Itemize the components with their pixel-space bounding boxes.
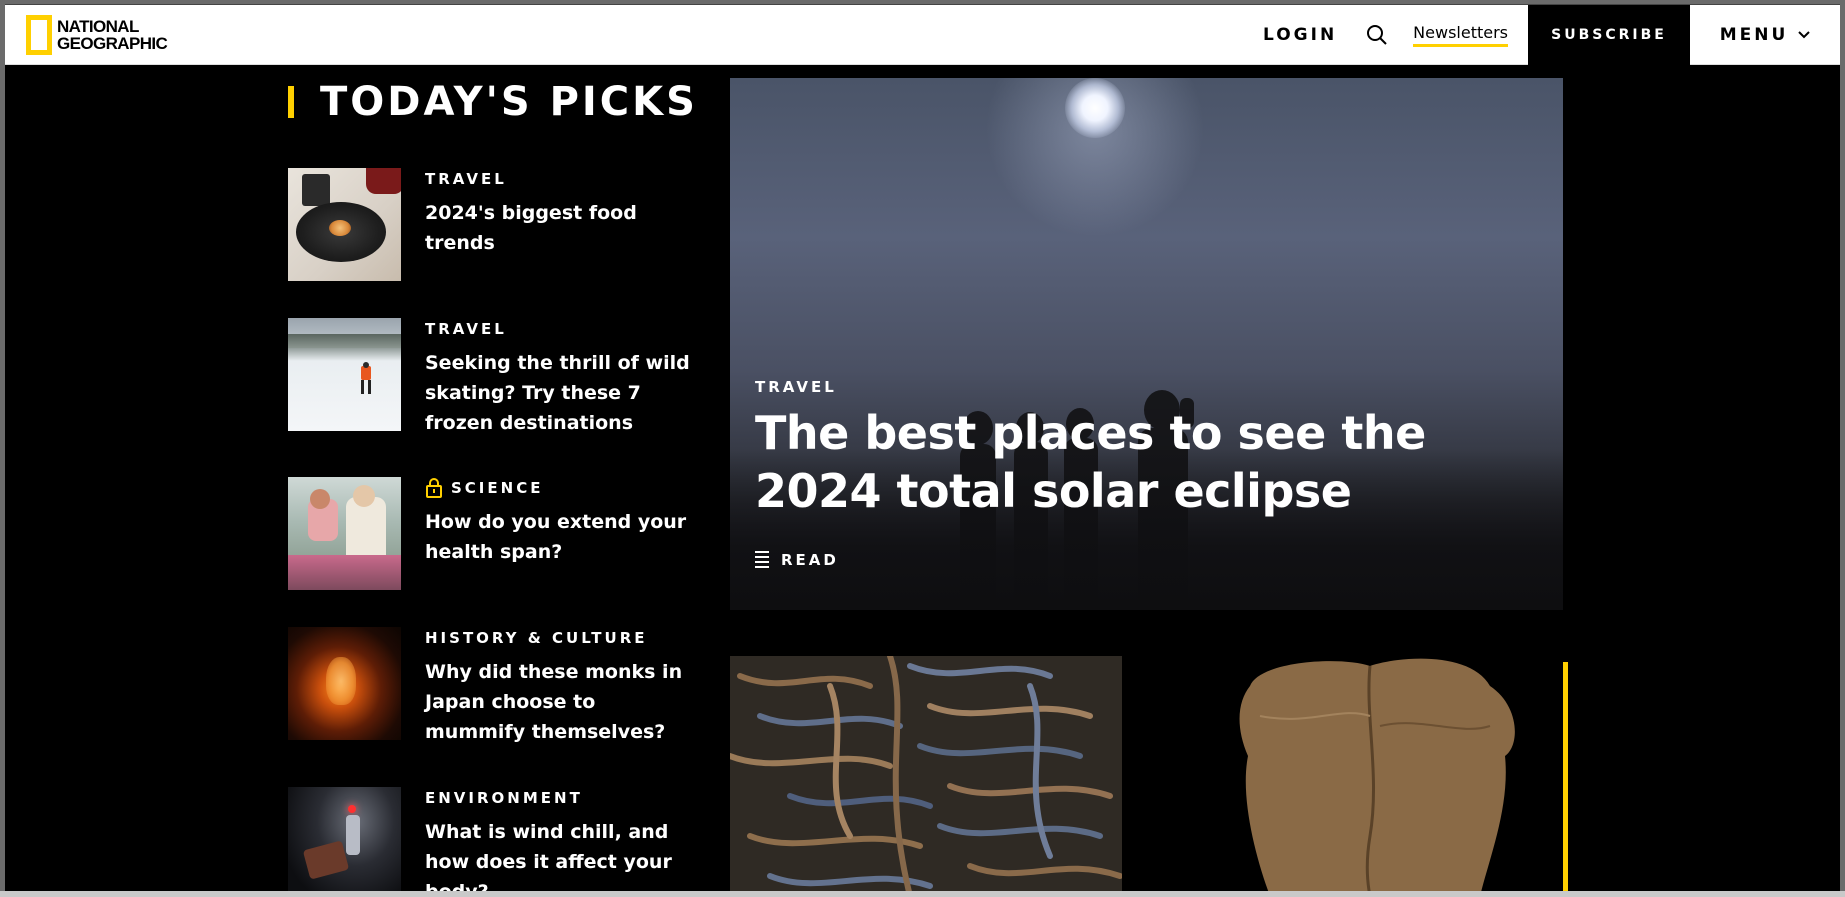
pick-meta: SCIENCE How do you extend your health sp… xyxy=(425,477,695,567)
pick-category[interactable]: TRAVEL xyxy=(425,318,695,340)
read-label: READ xyxy=(781,550,839,569)
text-lines-icon xyxy=(755,548,769,571)
logo-line-1: NATIONAL xyxy=(57,17,139,36)
pick-meta: HISTORY & CULTURE Why did these monks in… xyxy=(425,627,695,747)
hero-category[interactable]: TRAVEL xyxy=(755,378,837,396)
pick-category-label: SCIENCE xyxy=(451,479,544,497)
subscribe-label: SUBSCRIBE xyxy=(1551,27,1667,43)
pick-thumbnail-health[interactable] xyxy=(288,477,401,590)
article-card-cordyceps[interactable] xyxy=(730,656,1122,891)
pick-meta: ENVIRONMENT What is wind chill, and how … xyxy=(425,787,695,891)
pick-thumbnail-wind-chill[interactable] xyxy=(288,787,401,891)
leather-artifact-image xyxy=(1220,656,1542,891)
login-link[interactable]: LOGIN xyxy=(1263,25,1337,45)
pick-thumbnail-food[interactable] xyxy=(288,168,401,281)
lock-icon xyxy=(425,478,443,498)
hero-article-eclipse[interactable]: TRAVEL The best places to see the 2024 t… xyxy=(730,78,1563,610)
newsletters-link[interactable]: Newsletters xyxy=(1413,23,1508,47)
search-icon[interactable] xyxy=(1365,23,1389,47)
article-card-ancient-leather[interactable] xyxy=(1220,656,1542,891)
subscribe-button[interactable]: SUBSCRIBE xyxy=(1528,5,1690,65)
read-button[interactable]: READ xyxy=(755,548,839,571)
natgeo-logo[interactable]: NATIONAL GEOGRAPHIC xyxy=(26,15,168,55)
pick-thumbnail-skating[interactable] xyxy=(288,318,401,431)
pick-headline[interactable]: What is wind chill, and how does it affe… xyxy=(425,817,695,891)
card-accent-bar xyxy=(1563,662,1568,891)
cordyceps-image xyxy=(730,656,1122,891)
pick-category[interactable]: ENVIRONMENT xyxy=(425,787,695,809)
pick-headline[interactable]: How do you extend your health span? xyxy=(425,507,695,567)
pick-headline[interactable]: 2024's biggest food trends xyxy=(425,198,695,258)
logo-yellow-border-icon xyxy=(26,15,52,55)
pick-category[interactable]: HISTORY & CULTURE xyxy=(425,627,695,649)
window-bottom-edge xyxy=(0,891,1845,897)
pick-headline[interactable]: Seeking the thrill of wild skating? Try … xyxy=(425,348,695,438)
sun-image xyxy=(1065,78,1125,138)
pick-headline[interactable]: Why did these monks in Japan choose to m… xyxy=(425,657,695,747)
heading-accent-bar xyxy=(288,86,294,118)
browser-viewport: NATIONAL GEOGRAPHIC LOGIN Newsletters SU… xyxy=(5,4,1840,891)
pick-category[interactable]: TRAVEL xyxy=(425,168,695,190)
logo-line-2: GEOGRAPHIC xyxy=(57,34,168,53)
pick-thumbnail-monk[interactable] xyxy=(288,627,401,740)
pick-meta: TRAVEL 2024's biggest food trends xyxy=(425,168,695,258)
picks-title: TODAY'S PICKS xyxy=(320,79,698,125)
pick-category[interactable]: SCIENCE xyxy=(425,477,695,499)
logo-wordmark: NATIONAL GEOGRAPHIC xyxy=(57,17,168,53)
chevron-down-icon xyxy=(1798,28,1810,42)
pick-meta: TRAVEL Seeking the thrill of wild skatin… xyxy=(425,318,695,438)
site-header: NATIONAL GEOGRAPHIC LOGIN Newsletters SU… xyxy=(5,5,1840,65)
header-nav: LOGIN Newsletters SUBSCRIBE MENU xyxy=(1263,5,1840,65)
menu-button[interactable]: MENU xyxy=(1690,5,1840,65)
hero-headline[interactable]: The best places to see the 2024 total so… xyxy=(755,404,1515,520)
todays-picks-heading: TODAY'S PICKS xyxy=(288,79,698,125)
menu-label: MENU xyxy=(1719,25,1789,45)
